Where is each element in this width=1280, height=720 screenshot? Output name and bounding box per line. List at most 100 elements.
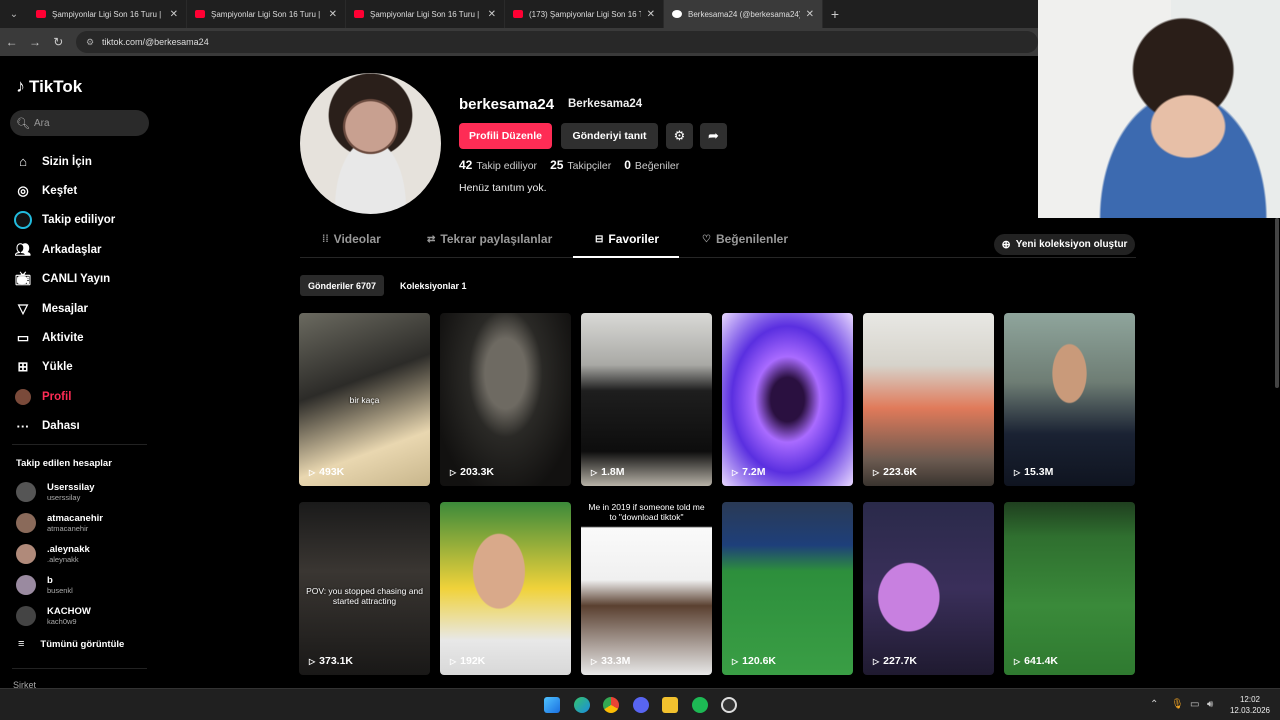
scrollbar-thumb[interactable] <box>1275 218 1279 388</box>
share-icon[interactable]: ➦ <box>700 123 727 149</box>
clock-time: 12:02 <box>1239 695 1261 704</box>
home-icon: ⌂ <box>19 154 27 170</box>
site-settings-icon[interactable]: ⚙ <box>86 37 94 48</box>
webcam-overlay <box>1038 0 1280 218</box>
play-icon: ▷ <box>732 656 739 666</box>
tab-favorites[interactable]: ⊟ Favoriler <box>573 232 679 258</box>
sidebar-item-more[interactable]: ··· Dahası <box>14 412 115 441</box>
following-account[interactable]: Userssilay userssilay <box>16 476 103 507</box>
video-thumbnail[interactable]: ▷ 223.6K <box>863 313 994 486</box>
video-thumbnail[interactable]: POV: you stopped chasing and started att… <box>299 502 430 675</box>
play-icon: ▷ <box>450 656 457 666</box>
close-tab-icon[interactable]: ✕ <box>170 9 178 20</box>
sidebar-item-activity[interactable]: ▭ Aktivite <box>14 323 115 352</box>
tab-reposts[interactable]: ⇄ Tekrar paylaşılanlar <box>427 232 552 258</box>
video-thumbnail[interactable]: ▷ 1.8M <box>581 313 712 486</box>
discord-icon[interactable] <box>633 697 649 713</box>
view-count: ▷ 641.4K <box>1014 655 1059 667</box>
search-box[interactable]: 🔍︎ <box>10 110 149 136</box>
spotify-icon[interactable] <box>692 697 708 713</box>
microphone-icon[interactable]: 🎙︎ <box>1171 699 1184 710</box>
close-tab-icon[interactable]: ✕ <box>647 9 655 20</box>
following-label[interactable]: Takip ediliyor <box>476 160 537 172</box>
reload-icon[interactable]: ↻ <box>47 35 70 49</box>
chrome-icon[interactable] <box>603 697 619 713</box>
following-accounts-list: Userssilay userssilay atmacanehir atmacane… <box>16 476 103 631</box>
obs-icon[interactable] <box>721 697 737 713</box>
view-count: ▷ 373.1K <box>309 655 354 667</box>
followers-label[interactable]: Takipçiler <box>567 160 611 172</box>
url-field[interactable]: ⚙ tiktok.com/@berkesama24 <box>75 31 1038 53</box>
sidebar-item-profile[interactable]: Profil <box>14 382 115 411</box>
browser-tab-bar: ⌄ Şampiyonlar Ligi Son 16 Turu | ✕ Şampiy… <box>0 0 1038 28</box>
see-all-following-button[interactable]: ≡ Tümünü görüntüle <box>18 638 124 650</box>
avatar <box>16 574 36 595</box>
play-icon: ▷ <box>1014 467 1021 477</box>
settings-gear-icon[interactable]: ⚙ <box>666 123 693 149</box>
browser-tab-active[interactable]: Berkesama24 (@berkesama24) ✕ <box>664 0 823 28</box>
subtab-collections[interactable]: Koleksiyonlar 1 <box>392 275 475 296</box>
clock-date: 12.03.2026 <box>1229 706 1271 715</box>
video-thumbnail[interactable]: ▷ 120.6K <box>722 502 853 675</box>
sidebar-item-upload[interactable]: ⊞ Yükle <box>14 353 115 382</box>
sidebar-item-for-you[interactable]: ⌂ Sizin İçin <box>14 147 115 176</box>
close-tab-icon[interactable]: ✕ <box>806 9 814 20</box>
followers-count: 25 <box>550 158 564 172</box>
tab-liked[interactable]: ♡ Beğenilenler <box>702 232 788 258</box>
close-tab-icon[interactable]: ✕ <box>488 9 496 20</box>
video-thumbnail[interactable]: ▷ 7.2M <box>722 313 853 486</box>
following-account[interactable]: .aleynakk .aleynakk <box>16 538 103 569</box>
sidebar-item-following[interactable]: Takip ediliyor <box>14 206 115 235</box>
network-icon[interactable]: ▭ <box>1190 699 1199 710</box>
browser-tab[interactable]: Şampiyonlar Ligi Son 16 Turu | ✕ <box>187 0 346 28</box>
edit-profile-button[interactable]: Profili Düzenle <box>459 123 552 149</box>
tiktok-logo[interactable]: ♪ TikTok <box>16 76 82 97</box>
browser-tab[interactable]: Şampiyonlar Ligi Son 16 Turu | ✕ <box>28 0 187 28</box>
following-account[interactable]: b busenkl <box>16 569 103 600</box>
video-thumbnail[interactable]: ▷ 227.7K <box>863 502 994 675</box>
sidebar-item-explore[interactable]: ◎ Keşfet <box>14 176 115 205</box>
video-thumbnail[interactable]: ▷ 192K <box>440 502 571 675</box>
heart-icon: ♡ <box>702 234 711 245</box>
sidebar-item-live[interactable]: 📺︎ CANLI Yayın <box>14 265 115 294</box>
subtab-posts[interactable]: Gönderiler 6707 <box>300 275 385 296</box>
browser-tab[interactable]: Şampiyonlar Ligi Son 16 Turu | ✕ <box>346 0 505 28</box>
play-icon: ▷ <box>591 467 598 477</box>
file-explorer-icon[interactable] <box>662 697 678 713</box>
profile-avatar-large[interactable] <box>300 73 441 214</box>
taskbar-clock[interactable]: 12:02 12.03.2026 <box>1225 694 1275 716</box>
new-collection-button[interactable]: ⊕ Yeni koleksiyon oluştur <box>994 234 1135 255</box>
tab-list-chevron-icon[interactable]: ⌄ <box>0 0 28 28</box>
video-thumbnail[interactable]: bir kaça ▷ 493K <box>299 313 430 486</box>
video-thumbnail[interactable]: ▷ 15.3M <box>1004 313 1135 486</box>
browser-tab[interactable]: (173) Şampiyonlar Ligi Son 16 T ✕ <box>505 0 664 28</box>
tray-chevron-icon[interactable]: ⌃ <box>1150 699 1158 710</box>
promote-post-button[interactable]: Gönderiyi tanıt <box>561 123 658 149</box>
new-tab-button[interactable]: + <box>823 6 847 22</box>
video-caption: POV: you stopped chasing and started att… <box>306 586 423 606</box>
likes-count: 0 <box>624 158 631 172</box>
back-arrow-icon[interactable]: ← <box>0 35 23 49</box>
grid-icon: ⁞⁞ <box>322 234 329 245</box>
forward-arrow-icon[interactable]: → <box>23 35 46 49</box>
sidebar-item-messages[interactable]: ▽ Mesajlar <box>14 294 115 323</box>
close-tab-icon[interactable]: ✕ <box>329 9 337 20</box>
video-thumbnail[interactable]: ▷ 641.4K <box>1004 502 1135 675</box>
play-icon: ▷ <box>873 656 880 666</box>
video-thumbnail[interactable]: ▷ 203.3K <box>440 313 571 486</box>
play-icon: ▷ <box>732 467 739 477</box>
volume-icon[interactable]: 🔊︎ <box>1207 699 1213 710</box>
start-windows-icon[interactable] <box>544 697 560 713</box>
edge-browser-icon[interactable] <box>574 697 590 713</box>
following-account[interactable]: atmacanehir atmacanehir <box>16 507 103 538</box>
play-icon: ▷ <box>1014 656 1021 666</box>
tab-videos[interactable]: ⁞⁞ Videolar <box>322 232 381 258</box>
likes-label: Beğeniler <box>634 160 680 172</box>
following-account[interactable]: KACHOW kach0w9 <box>16 600 103 631</box>
profile-stats: 42 Takip ediliyor 25 Takipçiler 0 Beğeniler <box>459 158 692 172</box>
view-count: ▷ 1.8M <box>591 466 625 478</box>
video-thumbnail[interactable]: Me in 2019 if someone told me to "downlo… <box>581 502 712 675</box>
sidebar-item-friends[interactable]: 👥︎ Arkadaşlar <box>14 235 115 264</box>
youtube-favicon-icon <box>36 10 46 18</box>
search-input[interactable] <box>33 117 144 129</box>
